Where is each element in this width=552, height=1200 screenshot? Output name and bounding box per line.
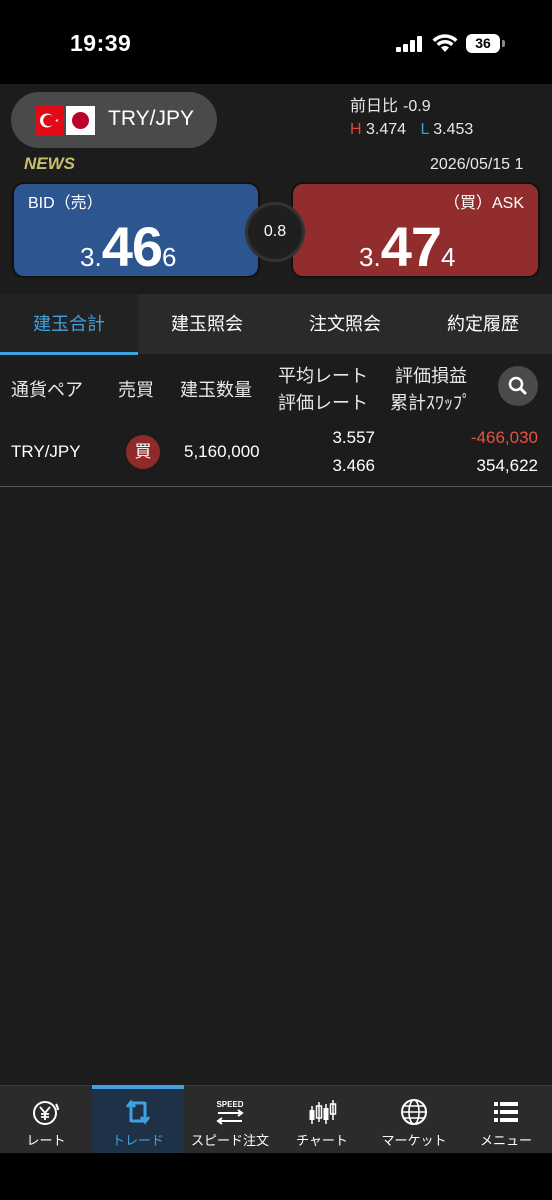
ask-label: （買）ASK [443, 195, 524, 212]
nav-market-label: マーケット [381, 1133, 447, 1148]
row-avg-rate: 3.557 [332, 428, 375, 447]
tab-position-total[interactable]: 建玉合計 [0, 294, 138, 354]
active-tab-indicator [0, 352, 138, 355]
ask-price: 3.474 [359, 214, 455, 279]
turkey-flag-icon [35, 106, 64, 135]
battery-cap [502, 40, 505, 47]
nav-menu-label: メニュー [479, 1133, 532, 1148]
nav-rate[interactable]: レート [0, 1086, 92, 1154]
high-low: H 3.474 L 3.453 [350, 121, 473, 139]
quote-date: 2026/05/15 1 [430, 156, 524, 173]
globe-icon [401, 1099, 427, 1125]
search-icon [508, 376, 527, 395]
position-tabs: 建玉合計 建玉照会 注文照会 約定履歴 [0, 294, 552, 354]
cellular-signal-icon [396, 36, 422, 52]
status-time: 19:39 [70, 30, 132, 56]
yen-rate-icon [33, 1101, 59, 1125]
nav-speed-order-label: スピード注文 [190, 1133, 269, 1148]
ask-price-main: 47 [380, 215, 442, 278]
ask-price-tail: 4 [440, 242, 456, 272]
nav-speed-order[interactable]: SPEED スピード注文 [184, 1086, 276, 1154]
bid-price-prefix: 3. [80, 242, 102, 272]
bid-price-tail: 6 [161, 242, 177, 272]
column-header-eval-pl: 評価損益 [395, 366, 467, 386]
currency-pair-label: TRY/JPY [108, 107, 194, 130]
tab-position-inquiry[interactable]: 建玉照会 [138, 294, 276, 354]
column-header-pair: 通貨ペア [11, 380, 83, 400]
row-eval-rate: 3.466 [332, 456, 375, 475]
bid-label: BID（売） [28, 195, 103, 212]
bid-sell-button[interactable]: BID（売） 3.466 [12, 182, 260, 278]
battery-icon: 36 [466, 34, 500, 53]
day-change: 前日比 -0.9 [350, 92, 436, 116]
row-swap: 354,622 [476, 456, 538, 475]
wifi-icon [432, 34, 458, 52]
table-row[interactable]: TRY/JPY 買 5,160,000 3.557 3.466 -466,030… [0, 417, 552, 487]
tab-order-inquiry[interactable]: 注文照会 [276, 294, 414, 354]
nav-rate-label: レート [26, 1133, 66, 1148]
row-eval-pl: -466,030 [470, 428, 538, 447]
trade-arrows-icon [125, 1099, 151, 1125]
table-header: 通貨ペア 売買 建玉数量 平均レート 評価レート 評価損益 累計ｽﾜｯﾌﾟ [0, 356, 552, 417]
nav-menu[interactable]: メニュー [460, 1086, 552, 1154]
candlestick-chart-icon [309, 1100, 337, 1124]
low-label: L [420, 121, 429, 138]
nav-chart[interactable]: チャート [276, 1086, 368, 1154]
day-change-value: -0.9 [403, 98, 431, 115]
high-label: H [350, 121, 362, 138]
rate-header: TRY/JPY 前日比 -0.9 H 3.474 L 3.453 NEWS 202… [0, 84, 552, 294]
speed-order-icon: SPEED [216, 1100, 244, 1125]
high-value: 3.474 [366, 121, 407, 138]
row-quantity: 5,160,000 [184, 442, 260, 461]
menu-list-icon [494, 1102, 518, 1122]
spread-badge: 0.8 [245, 202, 305, 262]
column-header-side: 売買 [118, 380, 154, 400]
nav-trade-label: トレード [111, 1133, 164, 1148]
ask-price-prefix: 3. [359, 242, 381, 272]
currency-pair-selector[interactable]: TRY/JPY [11, 92, 217, 148]
ask-buy-button[interactable]: （買）ASK 3.474 [291, 182, 540, 278]
search-button[interactable] [498, 366, 538, 406]
status-bar: 19:39 36 [0, 0, 552, 84]
nav-trade[interactable]: トレード [92, 1085, 184, 1154]
nav-active-indicator [92, 1085, 184, 1089]
day-change-label: 前日比 [350, 98, 399, 115]
row-pair: TRY/JPY [11, 442, 81, 461]
tab-execution-history[interactable]: 約定履歴 [414, 294, 552, 354]
column-header-avg-rate: 平均レート [278, 366, 368, 386]
bid-price-main: 46 [101, 215, 163, 278]
low-value: 3.453 [433, 121, 474, 138]
home-indicator-area [0, 1153, 552, 1200]
bid-price: 3.466 [80, 214, 176, 279]
bottom-navigation: レート トレード SPEED スピード注文 チャート マーケット メニュー [0, 1085, 552, 1154]
column-header-swap: 累計ｽﾜｯﾌﾟ [390, 393, 471, 413]
column-header-eval-rate: 評価レート [278, 393, 368, 413]
empty-content-area [0, 487, 552, 1085]
nav-chart-label: チャート [296, 1133, 348, 1148]
japan-flag-icon [66, 106, 95, 135]
news-link[interactable]: NEWS [24, 154, 75, 174]
svg-text:SPEED: SPEED [216, 1100, 243, 1109]
nav-market[interactable]: マーケット [368, 1086, 460, 1154]
buy-side-badge: 買 [126, 435, 160, 469]
column-header-quantity: 建玉数量 [180, 380, 252, 400]
